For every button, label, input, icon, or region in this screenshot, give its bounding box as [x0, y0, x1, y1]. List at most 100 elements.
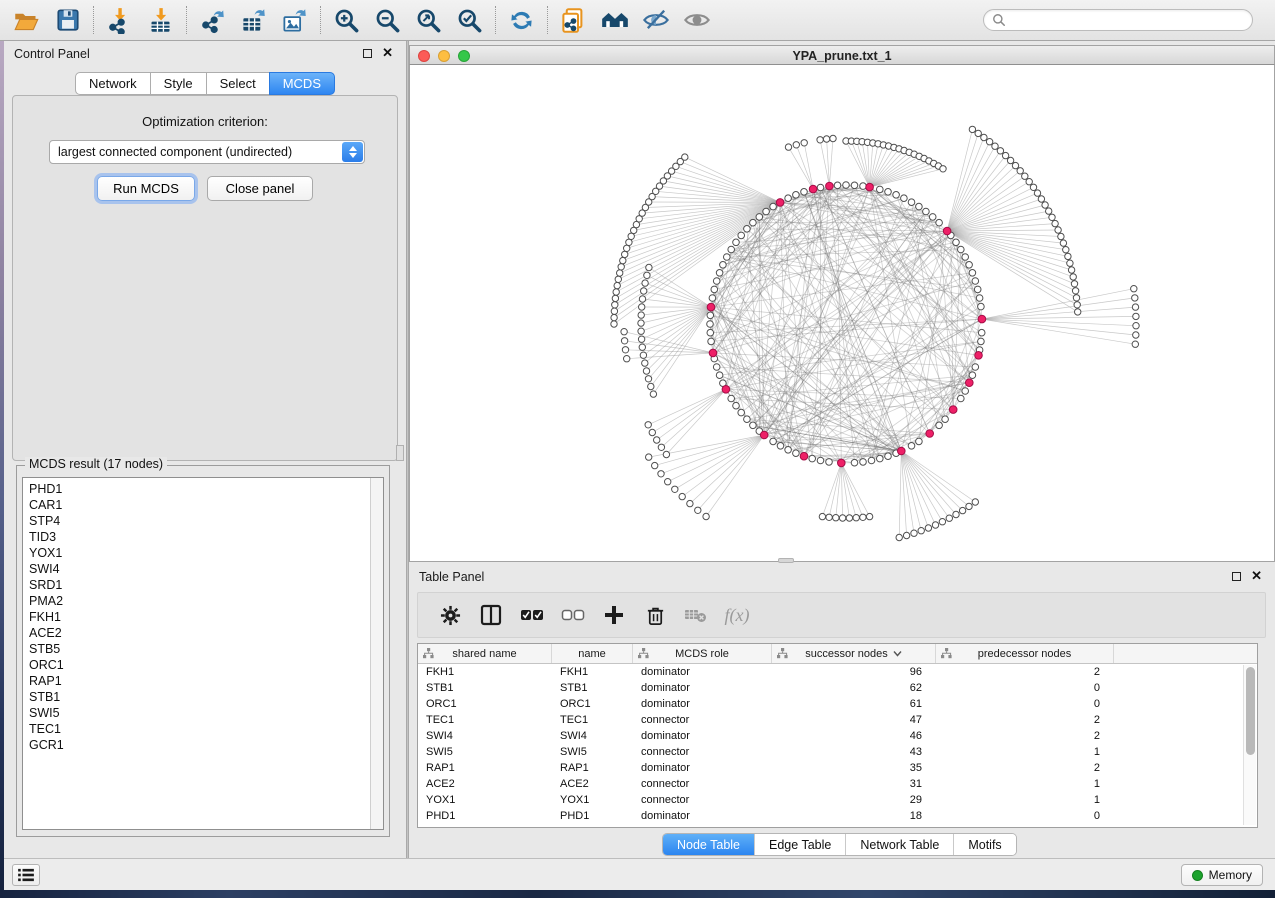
network-node — [834, 182, 841, 189]
search-box[interactable] — [983, 9, 1253, 31]
column-header-MCDS-role[interactable]: MCDS role — [633, 644, 772, 663]
mcds-result-item[interactable]: ACE2 — [23, 625, 369, 641]
table-row[interactable]: ORC1ORC1dominator610 — [418, 696, 1257, 712]
tab-node-table[interactable]: Node Table — [663, 834, 754, 855]
network-node — [1065, 253, 1071, 259]
network-node — [1072, 288, 1078, 294]
mcds-result-item[interactable]: RAP1 — [23, 673, 369, 689]
mcds-result-item[interactable]: TID3 — [23, 529, 369, 545]
first-neighbors-icon[interactable] — [594, 3, 635, 37]
network-node — [707, 321, 714, 328]
tab-edge-table[interactable]: Edge Table — [754, 834, 845, 855]
show-all-icon[interactable] — [676, 3, 717, 37]
save-session-icon[interactable] — [47, 3, 88, 37]
hide-selected-icon[interactable] — [635, 3, 676, 37]
mcds-result-item[interactable]: GCR1 — [23, 737, 369, 753]
mcds-result-item[interactable]: YOX1 — [23, 545, 369, 561]
close-panel-icon[interactable]: ✕ — [1251, 568, 1262, 584]
table-row[interactable]: SWI5SWI5connector431 — [418, 744, 1257, 760]
run-mcds-button[interactable]: Run MCDS — [97, 176, 195, 201]
network-graph[interactable] — [410, 65, 1274, 560]
mcds-result-item[interactable]: STP4 — [23, 513, 369, 529]
cell-name: STB1 — [552, 680, 633, 696]
import-network-icon[interactable] — [99, 3, 140, 37]
network-node — [969, 126, 975, 132]
cell-mcds_role: dominator — [633, 696, 772, 712]
network-node — [1026, 179, 1032, 185]
export-image-icon[interactable] — [274, 3, 315, 37]
table-row[interactable]: SWI4SWI4dominator462 — [418, 728, 1257, 744]
refresh-layout-icon[interactable] — [501, 3, 542, 37]
network-canvas[interactable] — [409, 65, 1275, 562]
cell-name: YOX1 — [552, 792, 633, 808]
tab-network-table[interactable]: Network Table — [845, 834, 953, 855]
panel-divider-grip[interactable] — [396, 445, 404, 461]
column-chooser-icon[interactable] — [479, 603, 503, 627]
mcds-result-item[interactable]: STB5 — [23, 641, 369, 657]
node-table-scrollbar[interactable] — [1243, 665, 1256, 825]
settings-icon[interactable] — [438, 603, 462, 627]
task-history-button[interactable] — [12, 864, 40, 886]
memory-button[interactable]: Memory — [1181, 864, 1263, 886]
mcds-result-item[interactable]: FKH1 — [23, 609, 369, 625]
table-row[interactable]: STB1STB1dominator620 — [418, 680, 1257, 696]
scrollbar-thumb[interactable] — [1246, 667, 1255, 755]
zoom-in-icon[interactable] — [326, 3, 367, 37]
add-column-icon[interactable] — [602, 603, 626, 627]
close-panel-icon[interactable]: ✕ — [382, 45, 393, 61]
mcds-result-item[interactable]: PMA2 — [23, 593, 369, 609]
export-network-icon[interactable] — [192, 3, 233, 37]
table-panel-divider-grip[interactable] — [778, 558, 794, 563]
column-header-successor-nodes[interactable]: successor nodes — [772, 644, 936, 663]
tab-select[interactable]: Select — [206, 72, 270, 95]
tab-network[interactable]: Network — [75, 72, 151, 95]
optimization-criterion-select[interactable]: largest connected component (undirected) — [49, 140, 365, 164]
mcds-result-item[interactable]: SWI4 — [23, 561, 369, 577]
workspace-region: YPA_prune.txt_1 Table Panel ✕ — [409, 41, 1275, 858]
network-node — [885, 189, 892, 196]
select-all-checkboxes-icon[interactable] — [520, 603, 544, 627]
network-node — [750, 422, 757, 429]
table-row[interactable]: PHD1PHD1dominator180 — [418, 808, 1257, 824]
mcds-result-item[interactable]: SRD1 — [23, 577, 369, 593]
table-row[interactable]: FKH1FKH1dominator962 — [418, 664, 1257, 680]
table-row[interactable]: TEC1TEC1connector472 — [418, 712, 1257, 728]
open-file-icon[interactable] — [6, 3, 47, 37]
delete-column-icon[interactable] — [643, 603, 667, 627]
mcds-list-scrollbar[interactable] — [370, 478, 383, 829]
tab-mcds[interactable]: MCDS — [269, 72, 335, 95]
search-input[interactable] — [1006, 13, 1244, 27]
mcds-result-item[interactable]: ORC1 — [23, 657, 369, 673]
network-node — [997, 148, 1003, 154]
zoom-fit-icon[interactable] — [408, 3, 449, 37]
network-node — [1074, 302, 1080, 308]
network-node — [846, 515, 852, 521]
mcds-result-item[interactable]: SWI5 — [23, 705, 369, 721]
float-window-icon[interactable] — [1232, 572, 1241, 581]
zoom-out-icon[interactable] — [367, 3, 408, 37]
tab-motifs[interactable]: Motifs — [953, 834, 1015, 855]
deselect-all-checkboxes-icon[interactable] — [561, 603, 585, 627]
float-window-icon[interactable] — [363, 49, 372, 58]
network-window-titlebar[interactable]: YPA_prune.txt_1 — [409, 45, 1275, 65]
column-header-predecessor-nodes[interactable]: predecessor nodes — [936, 644, 1114, 663]
tab-style[interactable]: Style — [150, 72, 207, 95]
table-row[interactable]: YOX1YOX1connector291 — [418, 792, 1257, 808]
mcds-result-item[interactable]: PHD1 — [23, 481, 369, 497]
close-panel-button[interactable]: Close panel — [207, 176, 313, 201]
mcds-result-item[interactable]: CAR1 — [23, 497, 369, 513]
network-node — [682, 154, 688, 160]
table-row[interactable]: ACE2ACE2connector311 — [418, 776, 1257, 792]
zoom-selected-icon[interactable] — [449, 3, 490, 37]
network-node — [650, 391, 656, 397]
column-header-name[interactable]: name — [552, 644, 633, 663]
duplicate-network-icon[interactable] — [553, 3, 594, 37]
import-table-icon[interactable] — [140, 3, 181, 37]
mcds-result-item[interactable]: TEC1 — [23, 721, 369, 737]
table-row[interactable]: RAP1RAP1dominator352 — [418, 760, 1257, 776]
export-table-icon[interactable] — [233, 3, 274, 37]
column-header-shared-name[interactable]: shared name — [418, 644, 552, 663]
mcds-result-item[interactable]: STB1 — [23, 689, 369, 705]
network-node — [936, 219, 943, 226]
cell-predecessor_nodes: 1 — [936, 776, 1114, 792]
